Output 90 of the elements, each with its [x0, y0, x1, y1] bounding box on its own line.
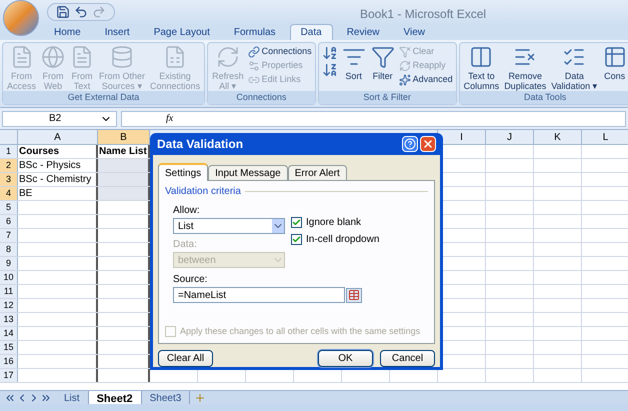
function-icon[interactable]: fx	[166, 111, 174, 126]
checkbox-label: Apply these changes to all other cells with the same settings	[180, 324, 420, 338]
group-label: Connections	[208, 91, 315, 104]
table-cell: BE	[19, 188, 32, 199]
dialog-title: Data Validation	[157, 136, 244, 153]
ribbon-icon	[248, 46, 260, 58]
ribbon-tab[interactable]: Review	[336, 24, 390, 40]
ribbon-tab[interactable]: View	[393, 24, 435, 40]
ribbon-icon	[216, 45, 240, 69]
table-cell: BSc - Physics	[19, 160, 81, 171]
ribbon-button[interactable]: Remove Duplicates	[503, 45, 548, 91]
ribbon-button[interactable]: Sort	[340, 45, 367, 81]
formula-input[interactable]: fx	[121, 110, 626, 126]
ribbon-tab[interactable]: Formulas	[224, 24, 286, 40]
dialog-button[interactable]: OK	[318, 350, 373, 367]
ribbon-icon	[248, 60, 260, 72]
row-header[interactable]: 6	[0, 215, 18, 228]
row-header[interactable]: 13	[0, 313, 18, 326]
ribbon-icon	[370, 45, 395, 69]
allow-select[interactable]: List	[173, 218, 285, 234]
row-header[interactable]: 16	[0, 355, 18, 368]
column-header[interactable]: K	[534, 130, 582, 144]
ribbon-button[interactable]: Advanced	[398, 73, 453, 86]
group-label: Sort & Filter	[318, 91, 456, 104]
row-header[interactable]: 8	[0, 243, 18, 256]
ribbon-icon	[110, 45, 134, 69]
row-header[interactable]: 5	[0, 201, 18, 214]
dialog-tab[interactable]: Error Alert	[288, 165, 347, 180]
checkbox-label: Ignore blank	[306, 216, 362, 230]
field-label: Data:	[173, 238, 198, 252]
help-icon	[404, 138, 416, 150]
ribbon-button[interactable]: Cons	[602, 45, 628, 81]
table-cell: BSc - Chemistry	[19, 174, 92, 185]
ribbon-tab[interactable]: Data	[290, 24, 333, 40]
checkbox[interactable]	[291, 217, 302, 228]
row-header[interactable]: 1	[0, 145, 18, 158]
row-header[interactable]: 4	[0, 187, 18, 200]
field-label: Source:	[173, 273, 208, 287]
dialog-tab[interactable]: Input Message	[208, 165, 288, 180]
sort-icon[interactable]	[322, 45, 338, 61]
ribbon-icon	[469, 45, 494, 69]
row-header[interactable]: 2	[0, 159, 18, 172]
checkbox[interactable]	[291, 234, 302, 245]
ribbon-icon	[41, 45, 66, 69]
group-title: Validation criteria	[165, 185, 241, 199]
ribbon-button[interactable]: Filter	[370, 45, 396, 81]
row-header[interactable]: 14	[0, 327, 18, 340]
close-button[interactable]	[420, 136, 436, 152]
field-label: Allow:	[173, 204, 201, 218]
help-button[interactable]	[402, 136, 418, 152]
row-header[interactable]: 9	[0, 257, 18, 270]
range-select-button[interactable]	[346, 288, 362, 302]
source-field[interactable]: =NameList	[173, 287, 345, 303]
row-header[interactable]: 11	[0, 285, 18, 298]
window-title: Book1 - Microsoft Excel	[360, 6, 486, 23]
ribbon-tab[interactable]: Home	[44, 24, 91, 40]
table-cell: Courses	[19, 146, 60, 157]
checkbox-label: In-cell dropdown	[306, 233, 380, 247]
ribbon-button[interactable]: Data Validation ▾	[550, 45, 599, 91]
table-cell: Name List	[99, 146, 147, 157]
undo-icon[interactable]	[74, 5, 88, 19]
dialog-tab[interactable]: Settings	[158, 163, 208, 181]
row-header[interactable]: 12	[0, 299, 18, 312]
row-header[interactable]: 17	[0, 369, 18, 382]
group-label: Data Tools	[460, 91, 628, 104]
name-box[interactable]: B2	[2, 110, 117, 126]
ribbon-icon	[398, 74, 411, 86]
column-header[interactable]: B	[98, 130, 150, 144]
row-header[interactable]: 7	[0, 229, 18, 242]
dialog-button[interactable]: Cancel	[380, 350, 435, 367]
office-button[interactable]	[3, 0, 39, 36]
ribbon-icon	[398, 60, 411, 72]
sort-icon[interactable]	[322, 62, 338, 78]
dialog-button[interactable]: Clear All	[158, 350, 213, 367]
ribbon-icon	[398, 46, 411, 58]
save-icon[interactable]	[56, 5, 70, 19]
ribbon-button[interactable]: Connections	[248, 45, 312, 58]
close-icon	[422, 138, 434, 150]
row-header[interactable]: 3	[0, 173, 18, 186]
ribbon-button[interactable]: Text to Columns	[462, 45, 500, 91]
ribbon-tab[interactable]: Insert	[94, 24, 140, 40]
sheet-tab[interactable]: Sheet2	[88, 390, 142, 404]
row-header[interactable]: 10	[0, 271, 18, 284]
ribbon-icon	[602, 45, 627, 69]
row-header[interactable]: 15	[0, 341, 18, 354]
ribbon-tab[interactable]: Page Layout	[144, 24, 220, 40]
group-label: Get External Data	[3, 91, 204, 104]
column-header[interactable]: L	[582, 130, 628, 144]
selected-cell	[98, 173, 150, 186]
column-header[interactable]: J	[486, 130, 534, 144]
